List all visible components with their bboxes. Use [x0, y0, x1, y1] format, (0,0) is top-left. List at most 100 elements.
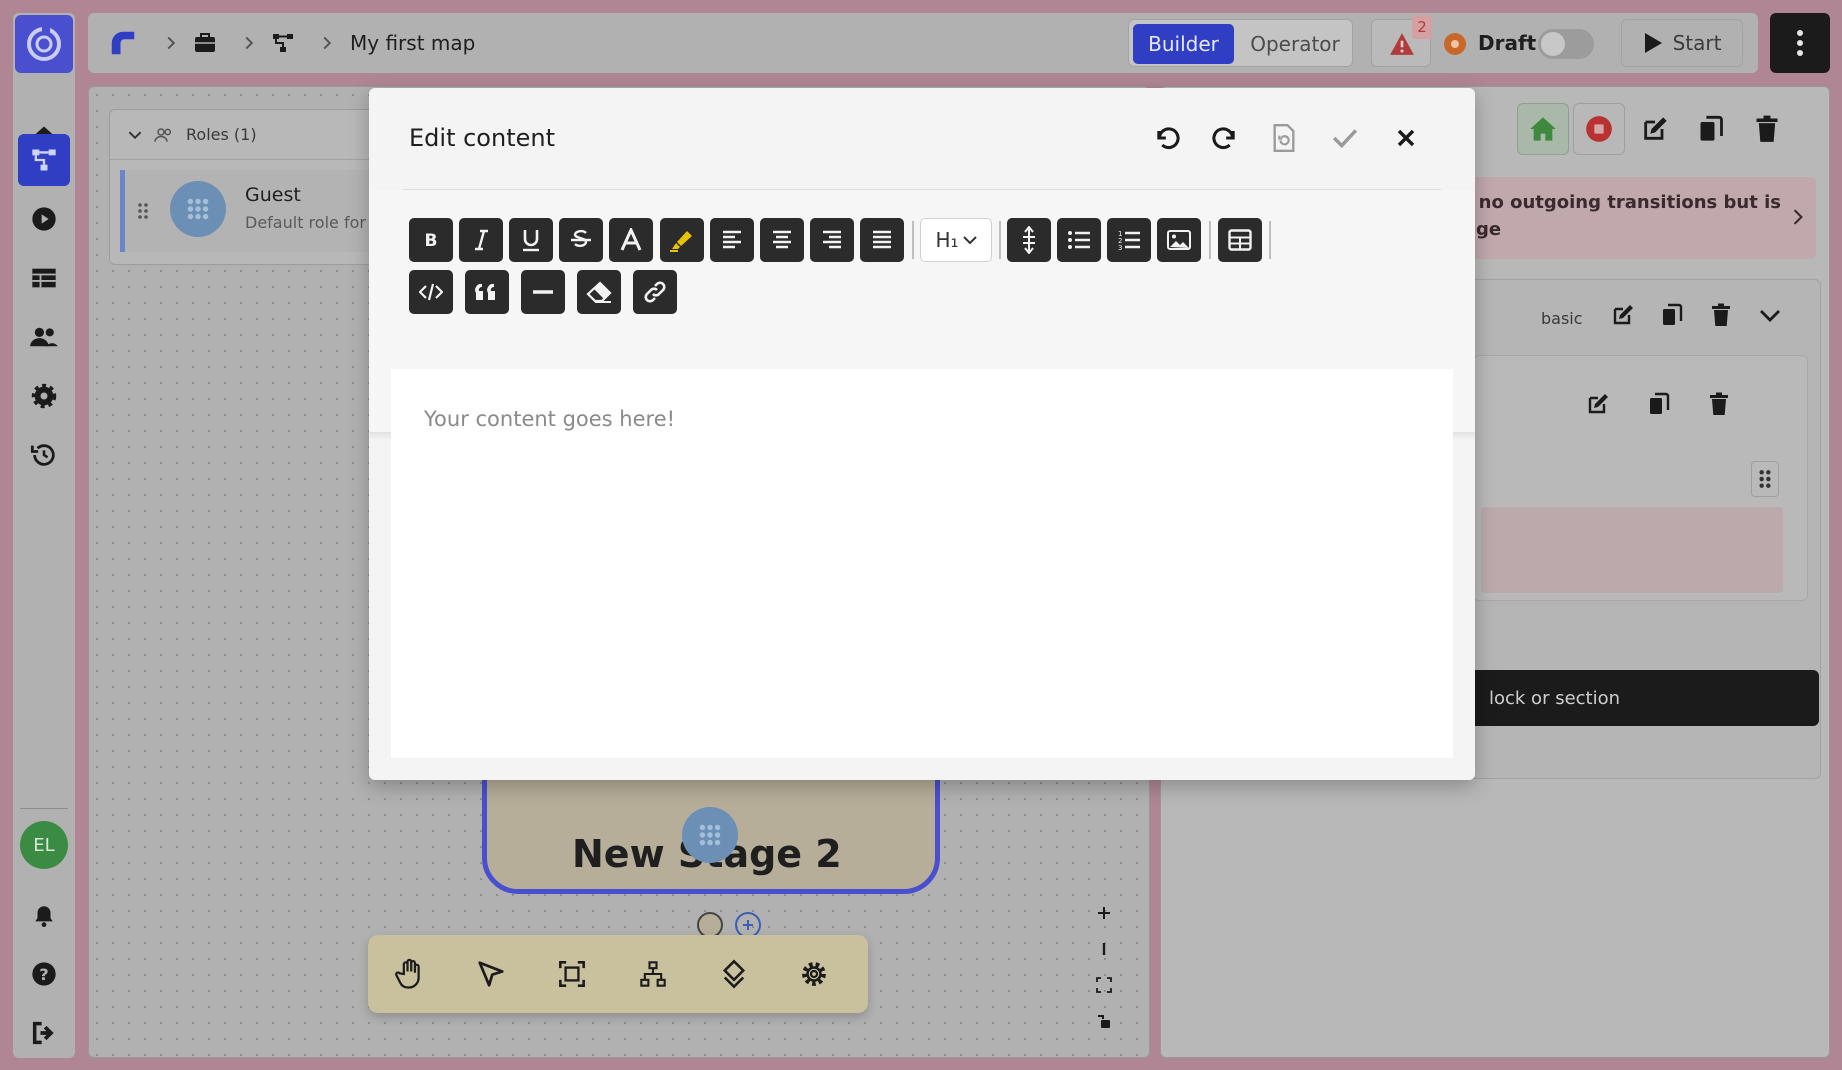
- publish-toggle[interactable]: [1538, 29, 1594, 59]
- mode-operator-button[interactable]: Operator: [1239, 24, 1351, 64]
- auto-layout-tool[interactable]: [629, 950, 677, 998]
- sidebar-item-notifications[interactable]: [18, 890, 70, 942]
- fit-view-button[interactable]: [1089, 967, 1119, 1003]
- sidebar-item-settings[interactable]: [18, 370, 70, 422]
- sidebar-item-tables[interactable]: [18, 252, 70, 304]
- drag-handle-icon[interactable]: [137, 202, 149, 220]
- edit-section-button[interactable]: [1611, 303, 1635, 327]
- roles-header[interactable]: Roles (1): [110, 110, 408, 160]
- align-left-button[interactable]: [710, 218, 754, 262]
- duplicate-block-button[interactable]: [1648, 392, 1670, 416]
- chevron-right-icon: [1793, 209, 1803, 225]
- undo-button[interactable]: [1145, 116, 1189, 160]
- highlight-button[interactable]: [660, 218, 704, 262]
- frame-tool[interactable]: [548, 950, 596, 998]
- canvas-settings-tool[interactable]: [790, 950, 838, 998]
- pan-tool[interactable]: [386, 950, 434, 998]
- app-logo[interactable]: [15, 15, 73, 73]
- set-end-stage-button[interactable]: [1573, 103, 1625, 155]
- font-color-button[interactable]: [609, 218, 653, 262]
- zoom-in-button[interactable]: [1089, 895, 1119, 931]
- breadcrumb-workspace[interactable]: [193, 13, 217, 73]
- duplicate-stage-button[interactable]: [1685, 103, 1737, 155]
- clear-format-button[interactable]: [577, 270, 621, 314]
- zoom-out-button[interactable]: [1089, 931, 1119, 967]
- sidebar-item-history[interactable]: [18, 429, 70, 481]
- toolbar-separator: [1269, 221, 1271, 259]
- svg-text:?: ?: [39, 965, 48, 984]
- role-card-guest[interactable]: Guest Default role for p: [120, 170, 408, 252]
- frame-icon: [559, 961, 585, 987]
- align-right-icon: [823, 230, 841, 249]
- history-icon: [30, 444, 55, 466]
- sidebar-item-run[interactable]: [18, 193, 70, 245]
- edit-icon: [1588, 394, 1608, 414]
- numbered-list-icon: 123: [1118, 230, 1140, 251]
- chevron-right-icon: [245, 36, 254, 50]
- start-button[interactable]: Start: [1621, 19, 1743, 67]
- trash-icon: [1710, 392, 1728, 415]
- sidebar-item-users[interactable]: [18, 311, 70, 363]
- redo-button[interactable]: [1203, 116, 1247, 160]
- bullet-list-button[interactable]: [1057, 218, 1101, 262]
- strikethrough-button[interactable]: [559, 218, 603, 262]
- table-icon: [32, 268, 56, 288]
- hand-icon: [395, 958, 420, 989]
- link-button[interactable]: [633, 270, 677, 314]
- align-justify-button[interactable]: [860, 218, 904, 262]
- mode-builder-button[interactable]: Builder: [1133, 24, 1234, 64]
- copy-icon: [1700, 115, 1723, 141]
- blockquote-button[interactable]: [465, 270, 509, 314]
- heading-select[interactable]: H₁: [920, 218, 992, 262]
- play-icon: [1644, 33, 1662, 53]
- zoom-controls: [1089, 895, 1119, 1039]
- delete-block-button[interactable]: [1709, 392, 1729, 416]
- close-button[interactable]: [1384, 116, 1428, 160]
- breadcrumb-home[interactable]: [108, 13, 138, 73]
- sidebar-item-logout[interactable]: [18, 1007, 70, 1059]
- align-right-button[interactable]: [810, 218, 854, 262]
- restore-button[interactable]: [1262, 116, 1306, 160]
- select-tool[interactable]: [467, 950, 515, 998]
- insert-table-button[interactable]: [1218, 218, 1262, 262]
- confirm-button[interactable]: [1323, 116, 1367, 160]
- edit-content-dialog: Edit content B H₁ 1 2 3 Your content goe…: [369, 88, 1475, 780]
- sidebar-item-maps[interactable]: [18, 134, 70, 186]
- validation-notice[interactable]: no outgoing transitions but is ge: [1471, 177, 1816, 259]
- delete-section-button[interactable]: [1711, 303, 1731, 327]
- role-description: Default role for p: [245, 213, 382, 232]
- content-editor[interactable]: Your content goes here!: [391, 369, 1453, 758]
- layers-tool[interactable]: [710, 950, 758, 998]
- bold-button[interactable]: B: [409, 218, 453, 262]
- close-icon: [1397, 129, 1415, 147]
- sidebar-item-help[interactable]: ?: [18, 948, 70, 1000]
- breadcrumb-maps[interactable]: [270, 13, 296, 73]
- underline-button[interactable]: [509, 218, 553, 262]
- chevron-down-icon: [962, 236, 977, 245]
- status-label: Draft: [1478, 31, 1537, 55]
- italic-button[interactable]: [459, 218, 503, 262]
- duplicate-section-button[interactable]: [1661, 303, 1683, 327]
- line-height-button[interactable]: [1007, 218, 1051, 262]
- toolbar-separator: [912, 221, 914, 259]
- set-start-stage-button[interactable]: [1517, 103, 1569, 155]
- start-button-label: Start: [1672, 31, 1722, 55]
- delete-stage-button[interactable]: [1741, 103, 1793, 155]
- grid-dots-icon: [187, 198, 209, 220]
- collapse-section-button[interactable]: [1759, 305, 1781, 325]
- add-block-or-section-button[interactable]: lock or section: [1461, 670, 1819, 726]
- align-center-button[interactable]: [760, 218, 804, 262]
- avatar[interactable]: EL: [20, 821, 68, 869]
- editor-placeholder: Your content goes here!: [424, 407, 676, 431]
- code-button[interactable]: [409, 270, 453, 314]
- more-menu-button[interactable]: [1770, 13, 1830, 73]
- edit-block-button[interactable]: [1586, 392, 1610, 416]
- left-sidebar: EL ?: [13, 13, 75, 1058]
- insert-image-button[interactable]: [1157, 218, 1201, 262]
- diamond-stack-icon: [722, 959, 746, 989]
- lock-canvas-button[interactable]: [1089, 1003, 1119, 1039]
- horizontal-rule-button[interactable]: [521, 270, 565, 314]
- edit-stage-button[interactable]: [1629, 103, 1681, 155]
- block-drag-handle[interactable]: [1751, 461, 1779, 497]
- numbered-list-button[interactable]: 123: [1107, 218, 1151, 262]
